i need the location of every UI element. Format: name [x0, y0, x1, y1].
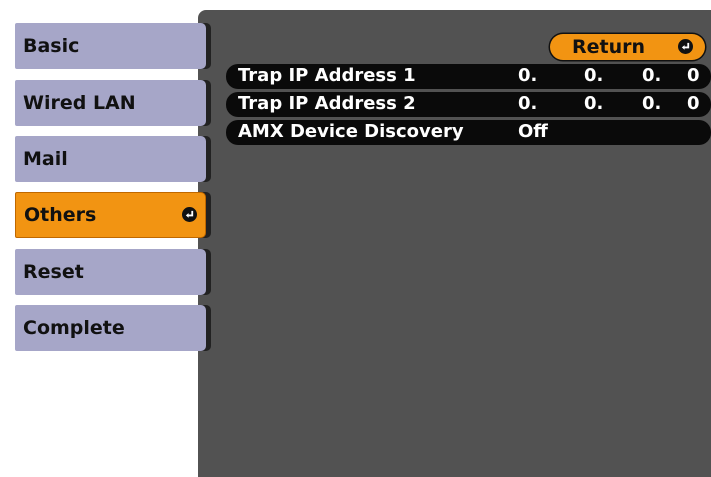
- ip-octet: 0.: [642, 65, 662, 86]
- ip-octet: 0.: [518, 93, 538, 114]
- sidebar-item-reset[interactable]: Reset: [15, 249, 206, 295]
- sidebar-item-label: Wired LAN: [23, 92, 136, 114]
- setting-row-trap-ip-1[interactable]: Trap IP Address 1 0. 0. 0. 0: [226, 64, 711, 89]
- ip-octet: 0.: [584, 93, 604, 114]
- setting-label: AMX Device Discovery: [238, 121, 464, 142]
- sidebar-item-complete[interactable]: Complete: [15, 305, 206, 351]
- sidebar-item-label: Reset: [23, 261, 84, 283]
- sidebar-item-others[interactable]: Others: [15, 192, 206, 238]
- sidebar-item-wired-lan[interactable]: Wired LAN: [15, 80, 206, 126]
- ip-octet: 0.: [518, 65, 538, 86]
- enter-icon: [678, 39, 693, 54]
- sidebar-item-label: Mail: [23, 148, 68, 170]
- enter-icon: [182, 207, 197, 222]
- return-label: Return: [572, 36, 646, 58]
- setting-label: Trap IP Address 2: [238, 93, 416, 114]
- return-button[interactable]: Return: [550, 34, 705, 60]
- setting-row-trap-ip-2[interactable]: Trap IP Address 2 0. 0. 0. 0: [226, 92, 711, 117]
- ip-octet: 0: [687, 93, 700, 114]
- sidebar-item-label: Basic: [23, 35, 80, 57]
- sidebar-item-basic[interactable]: Basic: [15, 23, 206, 69]
- setting-row-amx-discovery[interactable]: AMX Device Discovery Off: [226, 120, 711, 145]
- ip-octet: 0.: [584, 65, 604, 86]
- ip-octet: 0.: [642, 93, 662, 114]
- sidebar-item-label: Complete: [23, 317, 125, 339]
- sidebar-item-label: Others: [24, 204, 97, 226]
- sidebar-item-mail[interactable]: Mail: [15, 136, 206, 182]
- setting-label: Trap IP Address 1: [238, 65, 416, 86]
- setting-value: Off: [518, 121, 548, 142]
- ip-octet: 0: [687, 65, 700, 86]
